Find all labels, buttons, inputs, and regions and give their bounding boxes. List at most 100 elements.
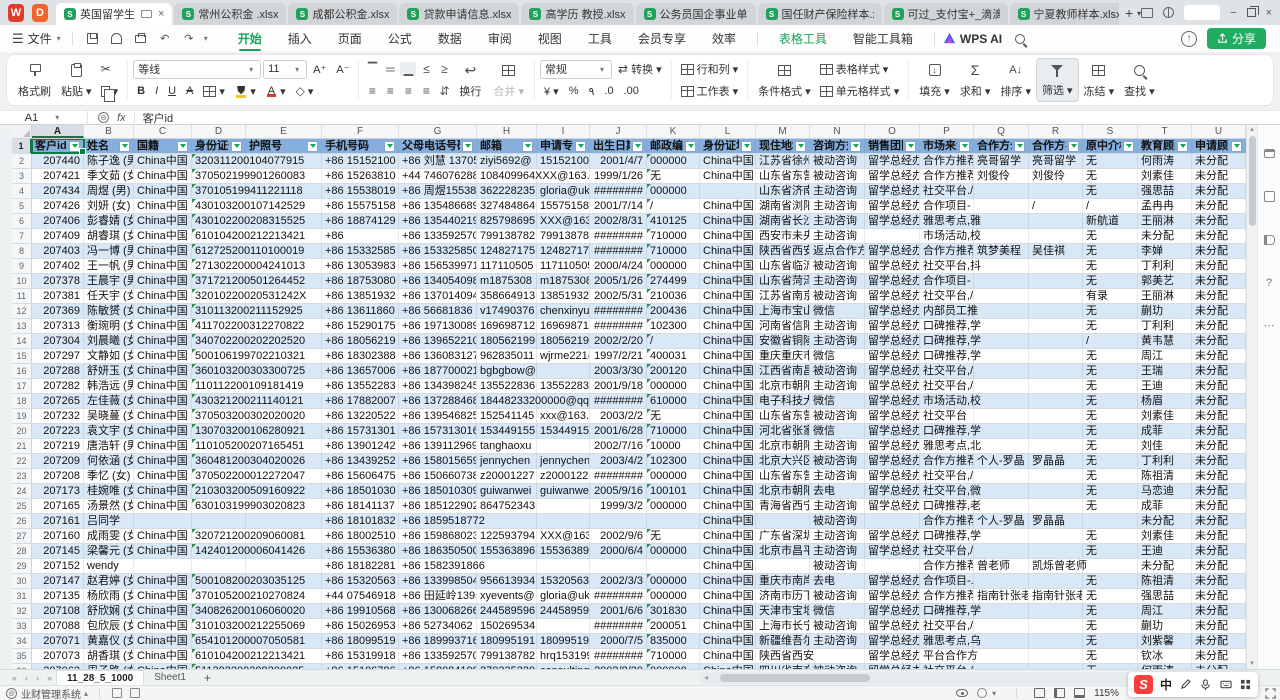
- filter-dropdown-icon[interactable]: [741, 141, 752, 152]
- row-header-12[interactable]: 12: [12, 304, 32, 318]
- cell-K35[interactable]: 710000: [647, 649, 700, 663]
- cell-A2[interactable]: 207440: [32, 154, 84, 168]
- col-header-L[interactable]: L: [700, 125, 756, 138]
- cell-R27[interactable]: [1029, 529, 1083, 543]
- cell-M32[interactable]: 天津市宝坻: [756, 604, 810, 618]
- cell-H18[interactable]: 18448233200000@qq: [477, 394, 537, 408]
- cell-K20[interactable]: 710000: [647, 424, 700, 438]
- vertical-scrollbar[interactable]: ▴ ▾: [1246, 125, 1257, 669]
- cell-J5[interactable]: 2001/7/14: [590, 199, 647, 213]
- filter-button[interactable]: 筛选 ▾: [1036, 58, 1079, 102]
- cell-Q3[interactable]: 刘俊伶: [974, 169, 1029, 183]
- cell-B31[interactable]: 杨欣雨 (女: [84, 589, 134, 603]
- cell-F11[interactable]: +86 13851932: [322, 289, 399, 303]
- doc-tab-6[interactable]: S公务员国企事业单: [636, 3, 756, 25]
- cell-I26[interactable]: [537, 514, 590, 528]
- cell-N26[interactable]: 被动咨询: [810, 514, 865, 528]
- row-header-8[interactable]: 8: [12, 244, 32, 258]
- cell-J11[interactable]: 2002/5/31: [590, 289, 647, 303]
- system-label[interactable]: 业财管理系统: [21, 686, 81, 700]
- cell-D27[interactable]: 320721200209060081: [192, 529, 246, 543]
- cell-I12[interactable]: chenxinyur: [537, 304, 590, 318]
- cell-F32[interactable]: +86 19910568: [322, 604, 399, 618]
- cell-T32[interactable]: 周江: [1138, 604, 1192, 618]
- cell-A12[interactable]: 207369: [32, 304, 84, 318]
- cell-J28[interactable]: 2000/6/4: [590, 544, 647, 558]
- cell-P11[interactable]: 社交平台,/: [920, 289, 974, 303]
- eye-protection-icon[interactable]: [956, 689, 968, 697]
- cell-D24[interactable]: 210303200509160922: [192, 484, 246, 498]
- cell-L12[interactable]: China中国: [700, 304, 756, 318]
- cell-Q28[interactable]: [974, 544, 1029, 558]
- cell-Q36[interactable]: [974, 664, 1029, 669]
- cell-K6[interactable]: 410125: [647, 214, 700, 228]
- cell-O36[interactable]: 留学总经办: [865, 664, 920, 669]
- col-header-H[interactable]: H: [477, 125, 537, 138]
- cell-S29[interactable]: [1083, 559, 1138, 573]
- filter-dropdown-icon[interactable]: [1014, 141, 1025, 152]
- cell-G13[interactable]: +86 1971300890: [399, 319, 477, 333]
- cell-L24[interactable]: China中国: [700, 484, 756, 498]
- cell-H17[interactable]: 135522836: [477, 379, 537, 393]
- cell-G18[interactable]: +86 1372884680: [399, 394, 477, 408]
- cell-M33[interactable]: 上海市长宁: [756, 619, 810, 633]
- doc-tab-3[interactable]: S成都公积金.xlsx: [288, 3, 397, 25]
- cell-A23[interactable]: 207208: [32, 469, 84, 483]
- cell-R32[interactable]: [1029, 604, 1083, 618]
- cell-A14[interactable]: 207304: [32, 334, 84, 348]
- cell-F35[interactable]: +86 15319918: [322, 649, 399, 663]
- cell-G25[interactable]: +86 1851229020: [399, 499, 477, 513]
- cell-J15[interactable]: 1997/2/21: [590, 349, 647, 363]
- cell-F6[interactable]: +86 18874129: [322, 214, 399, 228]
- cell-I23[interactable]: z20001227: [537, 469, 590, 483]
- cell-O15[interactable]: 留学总经办: [865, 349, 920, 363]
- cell-U29[interactable]: 未分配: [1192, 559, 1246, 573]
- cell-J34[interactable]: 2000/7/5: [590, 634, 647, 648]
- cell-I8[interactable]: 124827175: [537, 244, 590, 258]
- cell-R30[interactable]: [1029, 574, 1083, 588]
- cell-M24[interactable]: 北京市朝阳: [756, 484, 810, 498]
- cell-G21[interactable]: +86 1391129694: [399, 439, 477, 453]
- cell-B20[interactable]: 袁文宇 (女: [84, 424, 134, 438]
- cell-B28[interactable]: 梁馨元 (女: [84, 544, 134, 558]
- cell-F18[interactable]: +86 17882007: [322, 394, 399, 408]
- cell-N10[interactable]: 主动咨询: [810, 274, 865, 288]
- cell-M7[interactable]: 西安市未央: [756, 229, 810, 243]
- cell-A24[interactable]: 207173: [32, 484, 84, 498]
- cell-T29[interactable]: 未分配: [1138, 559, 1192, 573]
- cell-F26[interactable]: +86 18101832: [322, 514, 399, 528]
- undo-button[interactable]: ↶: [157, 32, 173, 46]
- cell-C18[interactable]: China中国: [134, 394, 192, 408]
- cell-D34[interactable]: 654101200007050581: [192, 634, 246, 648]
- cell-T4[interactable]: 强思喆: [1138, 184, 1192, 198]
- cell-D22[interactable]: 360481200304020026: [192, 454, 246, 468]
- cell-Q12[interactable]: [974, 304, 1029, 318]
- cell-M8[interactable]: 陕西省西安: [756, 244, 810, 258]
- row-header-6[interactable]: 6: [12, 214, 32, 228]
- cell-T14[interactable]: 黄韦慧: [1138, 334, 1192, 348]
- cell-S3[interactable]: 无: [1083, 169, 1138, 183]
- filter-dropdown-icon[interactable]: [384, 141, 395, 152]
- cell-F31[interactable]: +44 07546918: [322, 589, 399, 603]
- filter-dropdown-icon[interactable]: [177, 141, 188, 152]
- worksheet-button[interactable]: 工作表 ▾: [677, 81, 743, 101]
- cell-F15[interactable]: +86 18302388: [322, 349, 399, 363]
- row-header-23[interactable]: 23: [12, 469, 32, 483]
- cell-K28[interactable]: 000000: [647, 544, 700, 558]
- cell-U14[interactable]: 未分配: [1192, 334, 1246, 348]
- cell-U13[interactable]: 未分配: [1192, 319, 1246, 333]
- cell-B33[interactable]: 包欣辰 (女: [84, 619, 134, 633]
- cell-L32[interactable]: China中国: [700, 604, 756, 618]
- cell-M29[interactable]: [756, 559, 810, 573]
- cell-R17[interactable]: [1029, 379, 1083, 393]
- filter-dropdown-icon[interactable]: [575, 141, 586, 152]
- filter-dropdown-icon[interactable]: [119, 141, 130, 152]
- cell-N32[interactable]: 微信: [810, 604, 865, 618]
- cell-G34[interactable]: +86 1899937166: [399, 634, 477, 648]
- cell-F9[interactable]: +86 13053983: [322, 259, 399, 273]
- cell-D12[interactable]: 310113200211152925: [192, 304, 246, 318]
- cell-R12[interactable]: [1029, 304, 1083, 318]
- cell-L25[interactable]: China中国: [700, 499, 756, 513]
- cell-R13[interactable]: [1029, 319, 1083, 333]
- cell-D19[interactable]: 370503200302020020: [192, 409, 246, 423]
